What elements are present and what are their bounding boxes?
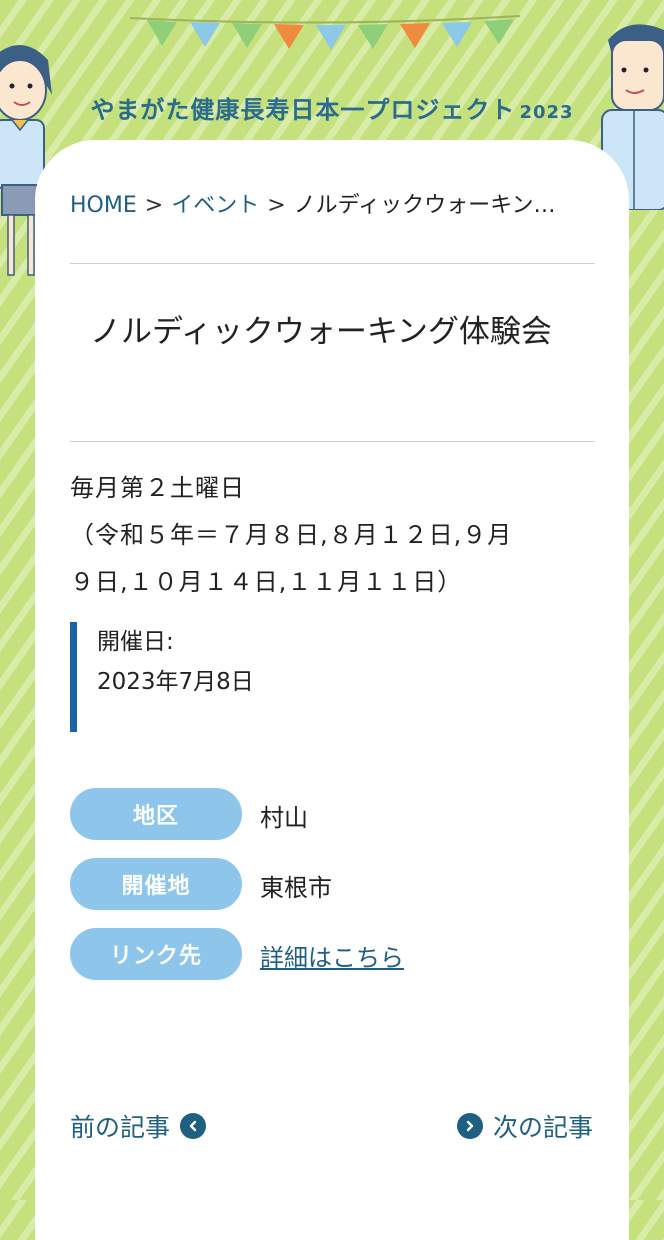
info-row-venue: 開催地 東根市 — [70, 858, 590, 910]
description-line: ９日,１０月１４日,１１月１１日） — [70, 568, 463, 596]
details-link[interactable]: 詳細はこちら — [260, 938, 404, 973]
event-date-label: 開催日: — [97, 629, 174, 655]
event-description: 毎月第２土曜日 （令和５年＝７月８日,８月１２日,９月 ９日,１０月１４日,１１… — [70, 465, 610, 606]
district-label: 地区 — [70, 788, 242, 840]
site-title-text: やまがた健康長寿日本一プロジェクト — [90, 96, 516, 124]
site-title-year: 2023 — [519, 102, 574, 123]
divider — [70, 263, 595, 264]
description-line: 毎月第２土曜日 — [70, 474, 245, 502]
breadcrumb-separator: > — [144, 193, 164, 218]
link-label: リンク先 — [70, 928, 242, 980]
chevron-right-icon — [456, 1113, 483, 1139]
next-article-link[interactable]: 次の記事 — [456, 1108, 593, 1144]
breadcrumb-current: ノルディックウォーキン… — [293, 193, 556, 218]
info-row-district: 地区 村山 — [70, 788, 590, 840]
description-line: （令和５年＝７月８日,８月１２日,９月 — [70, 521, 513, 549]
prev-article-link[interactable]: 前の記事 — [70, 1108, 207, 1144]
district-value: 村山 — [260, 804, 308, 832]
breadcrumb: HOME > イベント > ノルディックウォーキン… — [70, 187, 600, 219]
venue-label: 開催地 — [70, 858, 242, 910]
next-article-label: 次の記事 — [492, 1113, 593, 1142]
chevron-left-icon — [180, 1113, 207, 1139]
breadcrumb-home-link[interactable]: HOME — [70, 193, 137, 218]
site-title[interactable]: やまがた健康長寿日本一プロジェクト 2023 — [0, 90, 664, 125]
venue-value: 東根市 — [260, 874, 332, 902]
info-row-link: リンク先 詳細はこちら — [70, 928, 590, 980]
bunting-decoration — [129, 15, 521, 50]
content-card: HOME > イベント > ノルディックウォーキン… ノルディックウォーキング体験会 毎… — [35, 140, 629, 1240]
divider — [70, 441, 595, 442]
event-date-block: 開催日: 2023年7月8日 — [70, 622, 590, 732]
breadcrumb-events-link[interactable]: イベント — [171, 193, 259, 218]
breadcrumb-separator: > — [267, 193, 286, 218]
article-title: ノルディックウォーキング体験会 — [90, 314, 552, 350]
event-date-value: 2023年7月8日 — [97, 669, 254, 695]
prev-article-label: 前の記事 — [70, 1113, 171, 1142]
